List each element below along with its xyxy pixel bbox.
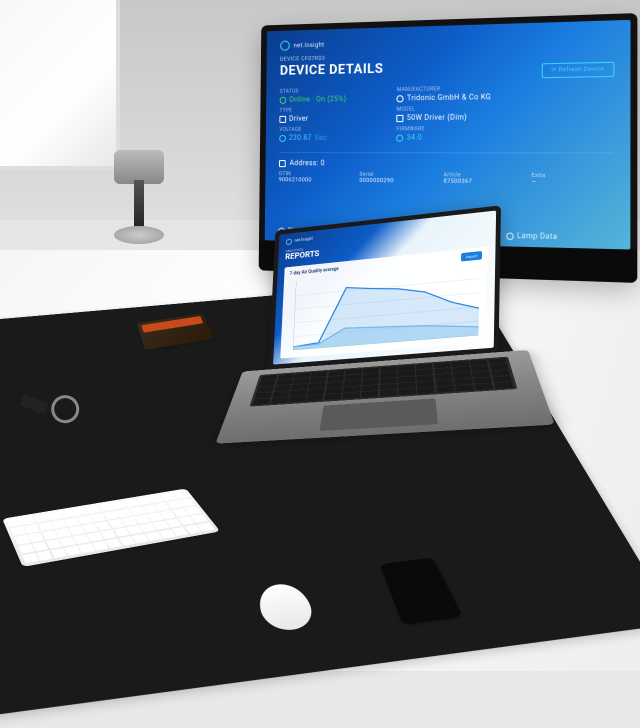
chip-icon <box>397 114 404 121</box>
model-value: 50W Driver (Dim) <box>397 113 529 122</box>
address-row-values: 9006210000 0000000290 87500367 — <box>279 177 615 186</box>
logo-icon <box>286 238 292 245</box>
logo-text: net.Insight <box>294 41 325 49</box>
bolt-icon <box>279 134 286 141</box>
voltage-label: VOLTAGE <box>279 126 382 133</box>
device-icon <box>279 115 286 122</box>
tag-icon <box>396 134 403 141</box>
chart-panel: 7-day Air Quality average Export <box>280 247 488 359</box>
voltage-value: 230.87 Vac <box>279 134 382 142</box>
chart-area <box>293 264 480 350</box>
laptop-base <box>215 350 554 444</box>
model-label: MODEL <box>397 105 529 113</box>
status-value: Online · On (25%) <box>280 94 383 103</box>
address-heading: Address: 0 <box>279 159 614 169</box>
firmware-label: FIRMWARE <box>396 126 528 133</box>
laptop: net.Insight ANALYTICS REPORTS 7-day Air … <box>235 201 539 506</box>
type-value: Driver <box>279 114 382 123</box>
company-icon <box>397 95 404 102</box>
logo-icon <box>280 41 290 51</box>
speaker <box>110 150 170 260</box>
laptop-trackpad[interactable] <box>320 398 438 431</box>
window <box>0 0 120 170</box>
address-icon <box>279 160 286 167</box>
refresh-button[interactable]: ⟳ Refresh Device <box>541 62 614 79</box>
manufacturer-value: Tridonic GmbH & Co KG <box>397 92 529 102</box>
firmware-value: 34.0 <box>396 133 528 142</box>
status-dot-icon <box>280 96 287 103</box>
type-label: TYPE <box>279 107 382 114</box>
refresh-icon: ⟳ <box>551 67 556 74</box>
export-button[interactable]: Export <box>461 251 482 261</box>
scene-background: net.Insight DEVICE CF07R03 DEVICE DETAIL… <box>0 0 640 640</box>
app-logo: net.Insight <box>280 31 614 51</box>
laptop-screen: net.Insight ANALYTICS REPORTS 7-day Air … <box>268 205 501 374</box>
